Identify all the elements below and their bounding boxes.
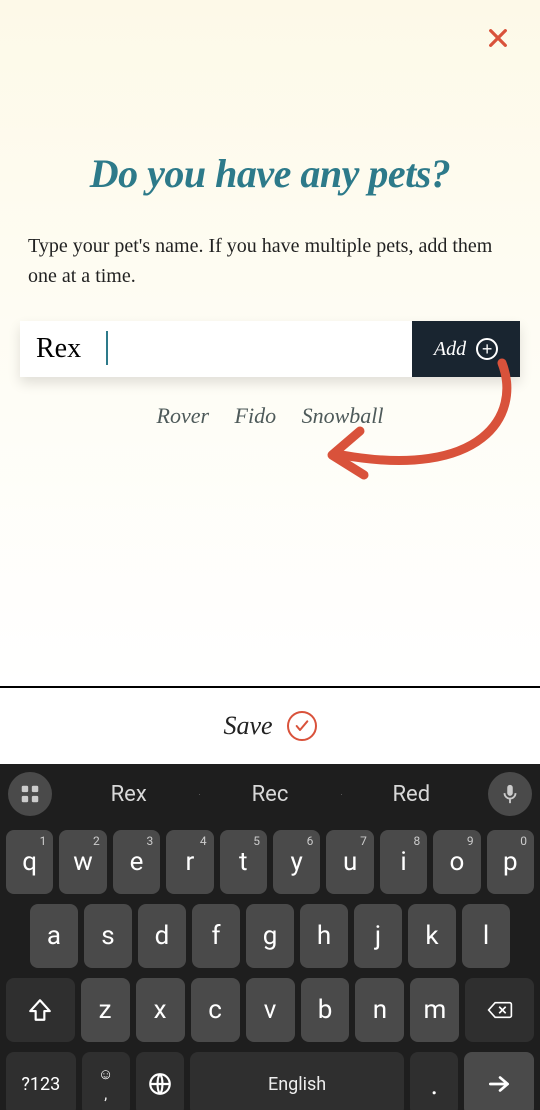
key-t[interactable]: t5 bbox=[220, 830, 267, 894]
add-button[interactable]: Add + bbox=[412, 321, 520, 377]
key-i[interactable]: i8 bbox=[380, 830, 427, 894]
keyboard-row-4: ?123 ☺ , English . bbox=[6, 1052, 534, 1110]
key-l[interactable]: l bbox=[462, 904, 510, 968]
keyboard-apps-button[interactable] bbox=[8, 772, 52, 816]
key-e[interactable]: e3 bbox=[113, 830, 160, 894]
suggestion-item[interactable]: Rover bbox=[157, 403, 210, 428]
key-h[interactable]: h bbox=[300, 904, 348, 968]
key-g[interactable]: g bbox=[246, 904, 294, 968]
main-panel: Do you have any pets? Type your pet's na… bbox=[0, 0, 540, 688]
keyboard-mic-button[interactable] bbox=[488, 772, 532, 816]
pet-input-row: Add + bbox=[20, 321, 520, 377]
grid-icon bbox=[19, 783, 41, 805]
keyboard-prediction[interactable]: Red bbox=[341, 782, 482, 807]
symbols-key[interactable]: ?123 bbox=[6, 1052, 76, 1110]
emoji-icon: ☺ bbox=[98, 1065, 113, 1083]
save-button[interactable]: Save bbox=[0, 688, 540, 764]
key-superscript: 4 bbox=[200, 834, 207, 848]
key-superscript: 7 bbox=[360, 834, 367, 848]
suggestion-item[interactable]: Fido bbox=[235, 403, 277, 428]
enter-key[interactable] bbox=[464, 1052, 534, 1110]
key-m[interactable]: m bbox=[410, 978, 459, 1042]
close-icon bbox=[487, 27, 509, 49]
key-r[interactable]: r4 bbox=[166, 830, 213, 894]
key-j[interactable]: j bbox=[354, 904, 402, 968]
key-n[interactable]: n bbox=[355, 978, 404, 1042]
key-v[interactable]: v bbox=[246, 978, 295, 1042]
keyboard-row-1: q1w2e3r4t5y6u7i8o9p0 bbox=[6, 830, 534, 894]
key-q[interactable]: q1 bbox=[6, 830, 53, 894]
shift-key[interactable] bbox=[6, 978, 75, 1042]
key-b[interactable]: b bbox=[301, 978, 350, 1042]
key-d[interactable]: d bbox=[138, 904, 186, 968]
globe-icon bbox=[147, 1071, 173, 1097]
key-superscript: 3 bbox=[146, 834, 153, 848]
key-superscript: 8 bbox=[413, 834, 420, 848]
key-superscript: 6 bbox=[307, 834, 314, 848]
page-title: Do you have any pets? bbox=[20, 150, 520, 197]
key-z[interactable]: z bbox=[81, 978, 130, 1042]
key-p[interactable]: p0 bbox=[487, 830, 534, 894]
key-w[interactable]: w2 bbox=[59, 830, 106, 894]
suggestion-item[interactable]: Snowball bbox=[302, 403, 384, 428]
comma-label: , bbox=[104, 1085, 107, 1103]
key-x[interactable]: x bbox=[136, 978, 185, 1042]
key-s[interactable]: s bbox=[84, 904, 132, 968]
key-superscript: 5 bbox=[253, 834, 260, 848]
key-superscript: 1 bbox=[40, 834, 47, 848]
period-key[interactable]: . bbox=[410, 1052, 458, 1110]
check-circle-icon bbox=[287, 711, 317, 741]
key-c[interactable]: c bbox=[191, 978, 240, 1042]
pet-name-input[interactable] bbox=[20, 321, 412, 377]
soft-keyboard: Rex Rec Red q1w2e3r4t5y6u7i8o9p0 asdfghj… bbox=[0, 764, 540, 1110]
key-superscript: 9 bbox=[467, 834, 474, 848]
key-y[interactable]: y6 bbox=[273, 830, 320, 894]
suggestion-row: Rover Fido Snowball bbox=[20, 403, 520, 429]
keyboard-row-2: asdfghjkl bbox=[6, 904, 534, 968]
arrow-right-icon bbox=[486, 1071, 512, 1097]
key-f[interactable]: f bbox=[192, 904, 240, 968]
emoji-key[interactable]: ☺ , bbox=[82, 1052, 130, 1110]
close-button[interactable] bbox=[480, 20, 516, 56]
save-label: Save bbox=[223, 711, 272, 741]
keyboard-row-3: zxcvbnm bbox=[6, 978, 534, 1042]
key-superscript: 2 bbox=[93, 834, 100, 848]
shift-icon bbox=[27, 997, 53, 1023]
key-k[interactable]: k bbox=[408, 904, 456, 968]
key-superscript: 0 bbox=[520, 834, 527, 848]
plus-circle-icon: + bbox=[476, 338, 498, 360]
pet-input-wrap bbox=[20, 321, 412, 377]
page-subtitle: Type your pet's name. If you have multip… bbox=[20, 231, 520, 291]
text-cursor bbox=[106, 331, 108, 365]
keyboard-rows: q1w2e3r4t5y6u7i8o9p0 asdfghjkl zxcvbnm ?… bbox=[0, 824, 540, 1110]
add-button-label: Add bbox=[434, 338, 466, 361]
keyboard-prediction[interactable]: Rex bbox=[58, 782, 199, 807]
backspace-icon bbox=[487, 997, 513, 1023]
key-a[interactable]: a bbox=[30, 904, 78, 968]
key-u[interactable]: u7 bbox=[326, 830, 373, 894]
language-key[interactable] bbox=[136, 1052, 184, 1110]
keyboard-prediction[interactable]: Rec bbox=[199, 782, 340, 807]
key-o[interactable]: o9 bbox=[433, 830, 480, 894]
backspace-key[interactable] bbox=[465, 978, 534, 1042]
mic-icon bbox=[499, 783, 521, 805]
space-key[interactable]: English bbox=[190, 1052, 404, 1110]
keyboard-suggestion-bar: Rex Rec Red bbox=[0, 764, 540, 824]
